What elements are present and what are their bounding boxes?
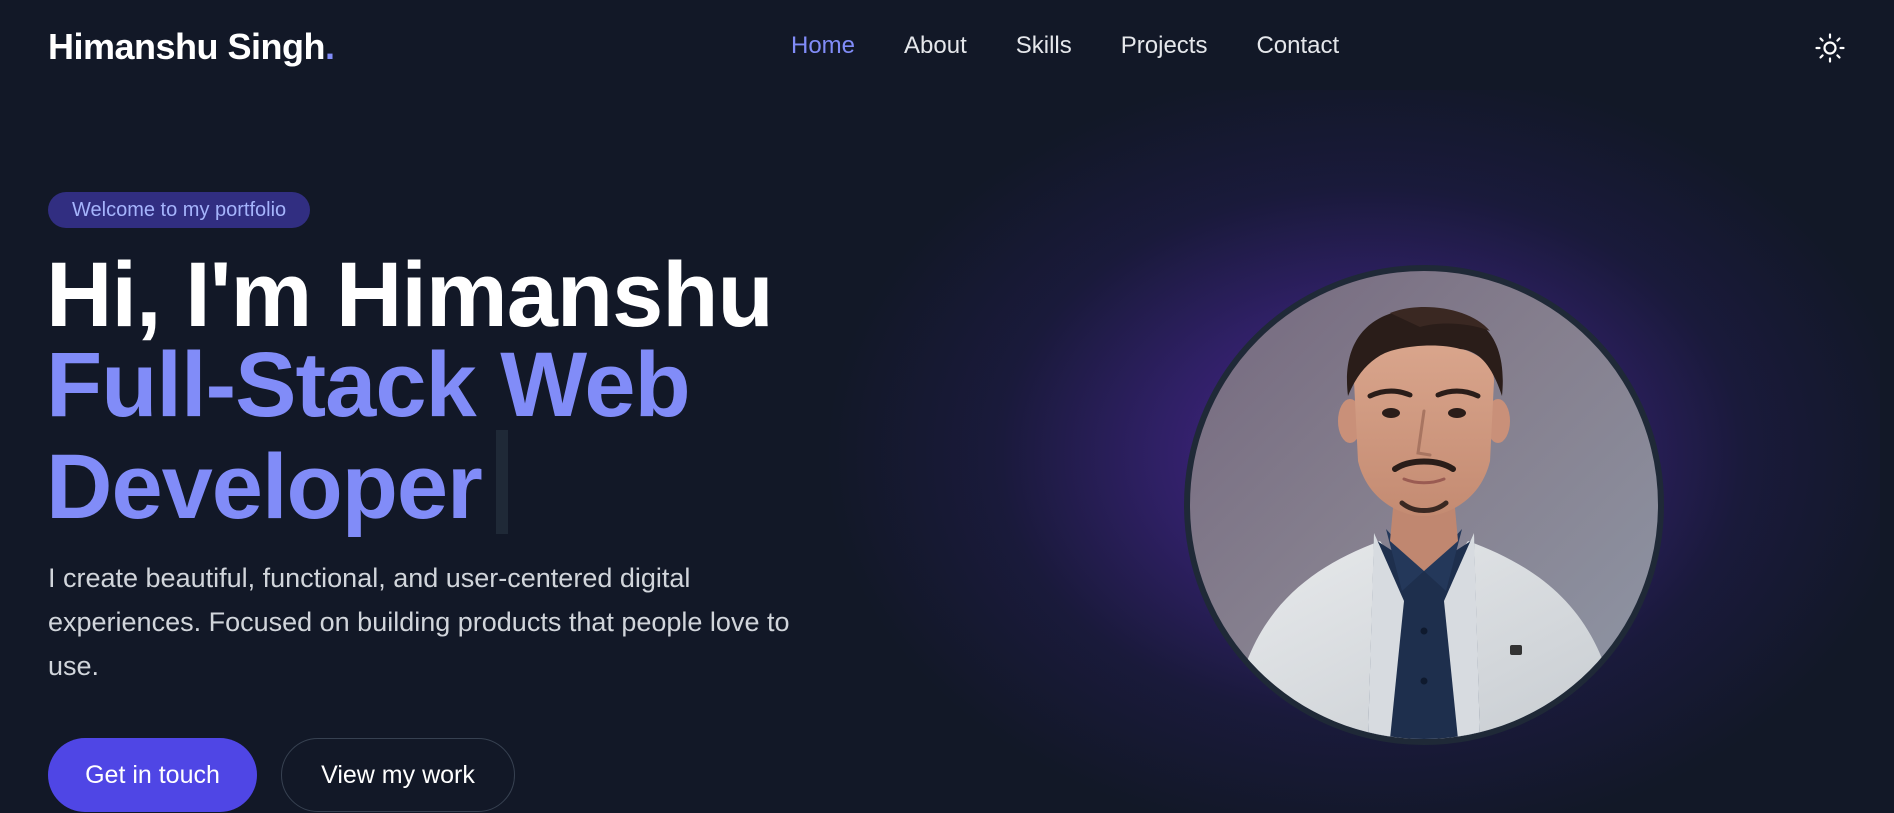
headline-role-line2: Developer [46, 430, 773, 534]
headline-role-word: Developer [46, 436, 483, 538]
headline-role-line1: Full-Stack Web [46, 334, 691, 436]
site-logo[interactable]: Himanshu Singh. [48, 26, 335, 68]
logo-dot: . [325, 26, 335, 67]
theme-toggle-button[interactable] [1814, 32, 1846, 64]
portfolio-page: Himanshu Singh. Home About Skills Projec… [0, 0, 1894, 813]
lapel-pin [1510, 645, 1522, 655]
nav-item-projects[interactable]: Projects [1121, 32, 1208, 60]
profile-photo-illustration [1230, 307, 1620, 739]
hero-headline: Hi, I'm Himanshu Full-Stack Web Develope… [46, 244, 774, 534]
nav-item-skills[interactable]: Skills [1016, 32, 1072, 60]
get-in-touch-button[interactable]: Get in touch [48, 738, 257, 812]
sun-icon [1815, 33, 1845, 63]
welcome-badge: Welcome to my portfolio [48, 192, 311, 228]
profile-photo [1184, 265, 1664, 745]
headline-greeting: Hi, I'm Himanshu [46, 244, 774, 346]
view-my-work-button[interactable]: View my work [281, 738, 515, 812]
hero-description: I create beautiful, functional, and user… [48, 563, 790, 681]
typing-cursor [495, 430, 508, 534]
logo-text: Himanshu Singh [48, 26, 326, 67]
nav-item-contact[interactable]: Contact [1256, 32, 1339, 60]
nav-item-about[interactable]: About [904, 32, 967, 60]
site-header: Himanshu Singh. Home About Skills Projec… [0, 0, 1894, 96]
nav-item-home[interactable]: Home [791, 32, 855, 60]
main-nav: Home About Skills Projects Contact [791, 32, 1388, 60]
